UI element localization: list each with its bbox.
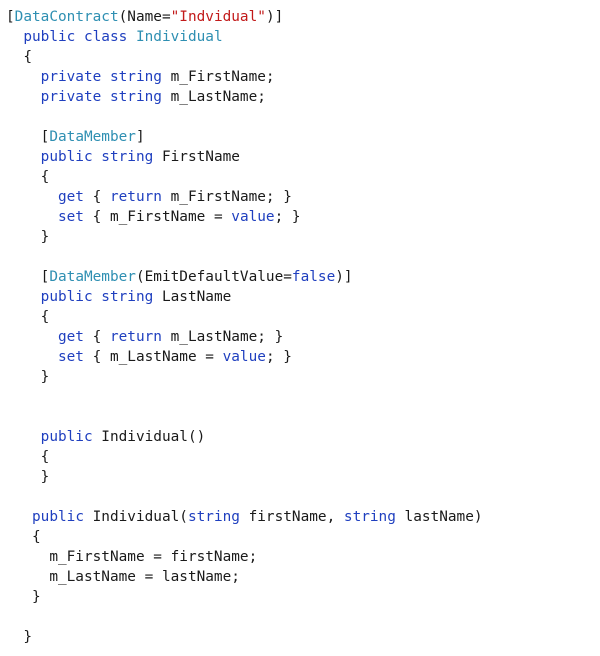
code-token: string	[343, 509, 396, 525]
code-token: {	[6, 309, 50, 325]
code-token: false	[291, 269, 336, 285]
code-token: m_LastName = lastName;	[6, 569, 240, 585]
code-token: Individual()	[92, 429, 206, 445]
code-token: public string	[40, 149, 154, 165]
code-token: return	[109, 189, 162, 205]
code-token: DataContract	[14, 9, 119, 25]
code-line: set { m_LastName = value; }	[6, 348, 292, 366]
code-line: get { return m_FirstName; }	[6, 188, 292, 206]
code-token: value	[231, 209, 275, 225]
code-token: DataMember	[49, 269, 136, 285]
code-line: public string LastName	[6, 288, 232, 306]
code-line: [DataContract(Name="Indvidual")]	[6, 8, 283, 26]
code-line: get { return m_LastName; }	[6, 328, 283, 346]
code-token: public	[40, 429, 93, 445]
code-token: lastName)	[395, 509, 483, 525]
code-token: string	[187, 509, 240, 525]
code-token: { m_FirstName =	[83, 209, 232, 225]
code-line: private string m_FirstName;	[6, 68, 275, 86]
code-token: (Name=	[118, 9, 171, 25]
code-token: DataMember	[49, 129, 136, 145]
code-token: }	[6, 369, 50, 385]
code-line: [DataMember(EmitDefaultValue=false)]	[6, 268, 353, 286]
code-token: }	[6, 589, 41, 605]
code-token: LastName	[153, 289, 232, 305]
code-line: {	[6, 448, 50, 466]
code-token: private string	[40, 89, 162, 105]
code-token: { m_LastName =	[83, 349, 223, 365]
code-token: {	[6, 169, 50, 185]
code-token: Individual(	[83, 509, 188, 525]
code-line: {	[6, 48, 32, 66]
code-line: {	[6, 308, 50, 326]
code-line: set { m_FirstName = value; }	[6, 208, 301, 226]
code-line: public string FirstName	[6, 148, 240, 166]
code-token: firstName,	[239, 509, 344, 525]
code-token: FirstName	[153, 149, 240, 165]
code-token: {	[6, 449, 50, 465]
code-listing: [DataContract(Name="Indvidual")] public …	[0, 0, 600, 656]
code-line: }	[6, 588, 41, 606]
code-token: m_LastName; }	[161, 329, 284, 345]
code-token: get	[57, 189, 84, 205]
code-token: {	[6, 49, 32, 65]
code-token: value	[222, 349, 266, 365]
code-token: return	[109, 329, 162, 345]
code-token: m_LastName;	[161, 89, 266, 105]
code-line: public Individual(string firstName, stri…	[6, 508, 483, 526]
code-token: Individual	[135, 29, 223, 45]
code-line: {	[6, 528, 41, 546]
code-token: ; }	[265, 349, 292, 365]
code-token: }	[6, 229, 50, 245]
code-token: ]	[135, 129, 145, 145]
code-line: {	[6, 168, 50, 186]
code-token: }	[6, 469, 50, 485]
code-line: private string m_LastName;	[6, 88, 266, 106]
code-token: (EmitDefaultValue=	[135, 269, 292, 285]
code-token: public	[32, 509, 84, 525]
code-line: m_FirstName = firstName;	[6, 548, 257, 566]
code-token: [	[6, 269, 50, 285]
code-line: }	[6, 468, 50, 486]
code-line: }	[6, 628, 32, 646]
code-token: }	[6, 629, 32, 645]
code-token: public string	[40, 289, 154, 305]
code-token: set	[57, 349, 84, 365]
code-line: }	[6, 228, 50, 246]
code-token: private string	[40, 69, 162, 85]
code-token: {	[83, 189, 110, 205]
code-token: {	[6, 529, 41, 545]
code-token: public class	[23, 29, 128, 45]
code-line: }	[6, 368, 50, 386]
code-token: get	[57, 329, 84, 345]
code-token: )]	[335, 269, 353, 285]
code-line: [DataMember]	[6, 128, 145, 146]
code-token: {	[83, 329, 110, 345]
code-token: [	[6, 9, 15, 25]
code-token: ; }	[274, 209, 301, 225]
code-token: )]	[265, 9, 284, 25]
code-line: public class Individual	[6, 28, 223, 46]
code-token: m_FirstName; }	[161, 189, 292, 205]
code-token: set	[57, 209, 84, 225]
code-token: m_FirstName = firstName;	[6, 549, 258, 565]
code-line: public Individual()	[6, 428, 206, 446]
code-token: [	[6, 129, 50, 145]
code-line: m_LastName = lastName;	[6, 568, 240, 586]
code-token: "Indvidual"	[170, 9, 266, 25]
code-token: m_FirstName;	[161, 69, 275, 85]
